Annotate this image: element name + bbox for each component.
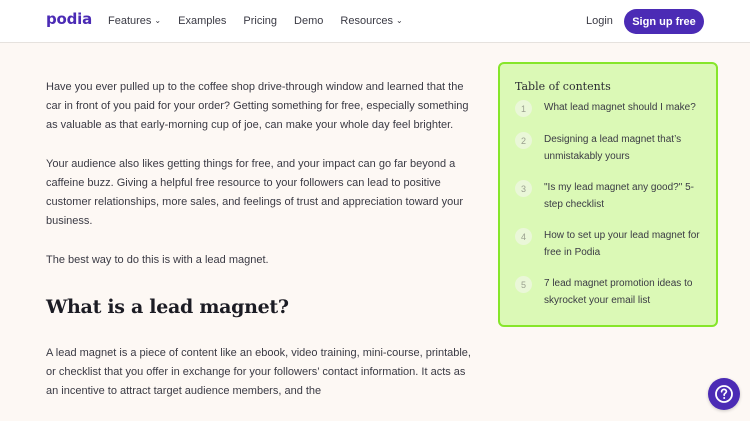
toc-item-link[interactable]: Designing a lead magnet that’s unmistaka… — [544, 132, 702, 165]
toc-title: Table of contents — [515, 80, 611, 93]
toc-item-link[interactable]: How to set up your lead magnet for free … — [544, 228, 702, 261]
toc-item[interactable]: 3 "Is my lead magnet any good?" 5-step c… — [515, 180, 702, 213]
podia-logo[interactable]: podia — [46, 10, 92, 28]
toc-item[interactable]: 2 Designing a lead magnet that’s unmista… — [515, 132, 702, 165]
signup-button[interactable]: Sign up free — [624, 9, 704, 34]
toc-item-number: 4 — [515, 228, 532, 245]
table-of-contents: Table of contents 1 What lead magnet sho… — [498, 62, 718, 327]
toc-item-link[interactable]: "Is my lead magnet any good?" 5-step che… — [544, 180, 702, 213]
nav-examples-label: Examples — [178, 15, 227, 27]
nav-resources[interactable]: Resources ⌄ — [340, 15, 402, 27]
nav-features-label: Features — [108, 15, 152, 27]
help-button[interactable] — [708, 378, 740, 410]
toc-item[interactable]: 5 7 lead magnet promotion ideas to skyro… — [515, 276, 702, 309]
article-paragraph: Have you ever pulled up to the coffee sh… — [46, 81, 469, 131]
nav-examples[interactable]: Examples — [178, 15, 226, 27]
nav-pricing-label: Pricing — [243, 15, 278, 27]
nav-demo-label: Demo — [294, 15, 324, 27]
question-icon — [715, 385, 733, 403]
login-link[interactable]: Login — [586, 15, 613, 27]
toc-item-number: 5 — [515, 276, 532, 293]
section-heading: What is a lead magnet? — [46, 296, 289, 318]
toc-item-link[interactable]: What lead magnet should I make? — [544, 100, 702, 117]
article-paragraph: The best way to do this is with a lead m… — [46, 254, 269, 266]
chevron-down-icon: ⌄ — [154, 16, 162, 25]
article-paragraph: A lead magnet is a piece of content like… — [46, 347, 471, 397]
top-navigation: podia Features ⌄ Examples Pricing Demo R… — [0, 0, 750, 43]
toc-item-number: 1 — [515, 100, 532, 117]
toc-item-number: 3 — [515, 180, 532, 197]
toc-item-link[interactable]: 7 lead magnet promotion ideas to skyrock… — [544, 276, 702, 309]
nav-links: Features ⌄ Examples Pricing Demo Resourc… — [108, 15, 420, 27]
nav-pricing[interactable]: Pricing — [243, 15, 277, 27]
toc-item-number: 2 — [515, 132, 532, 149]
nav-demo[interactable]: Demo — [294, 15, 323, 27]
article-paragraph: Your audience also likes getting things … — [46, 158, 463, 227]
chevron-down-icon: ⌄ — [395, 16, 403, 25]
toc-item[interactable]: 4 How to set up your lead magnet for fre… — [515, 228, 702, 261]
toc-item[interactable]: 1 What lead magnet should I make? — [515, 100, 702, 117]
nav-resources-label: Resources — [340, 15, 393, 27]
article-body: Have you ever pulled up to the coffee sh… — [46, 78, 478, 421]
nav-features[interactable]: Features ⌄ — [108, 15, 161, 27]
